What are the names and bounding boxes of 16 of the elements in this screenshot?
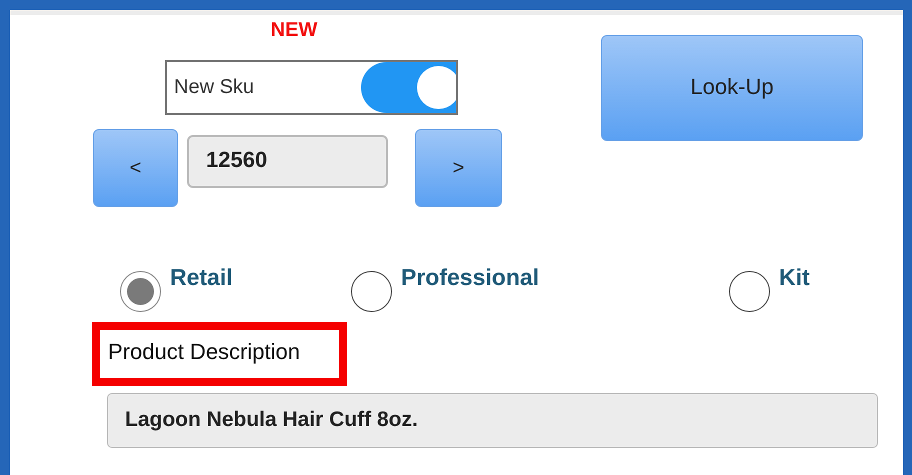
radio-label[interactable]: Retail (170, 264, 233, 290)
toggle-label: New Sku (174, 76, 254, 99)
radio-button[interactable] (120, 271, 161, 312)
new-sku-toggle[interactable]: New Sku (165, 60, 458, 115)
look-up-button[interactable]: Look-Up (601, 35, 863, 141)
previous-button[interactable]: < (93, 129, 178, 207)
radio-label[interactable]: Professional (401, 264, 540, 290)
radio-label[interactable]: Kit (779, 264, 810, 290)
new-label: NEW (270, 18, 318, 43)
product-description-label: Product Description (92, 322, 347, 386)
radio-button[interactable] (729, 271, 770, 312)
toggle-switch[interactable] (361, 62, 456, 113)
next-button[interactable]: > (415, 129, 502, 207)
sku-field[interactable]: 12560 (187, 135, 388, 188)
radio-button[interactable] (351, 271, 392, 312)
product-description-field[interactable]: Lagoon Nebula Hair Cuff 8oz. (107, 393, 878, 448)
